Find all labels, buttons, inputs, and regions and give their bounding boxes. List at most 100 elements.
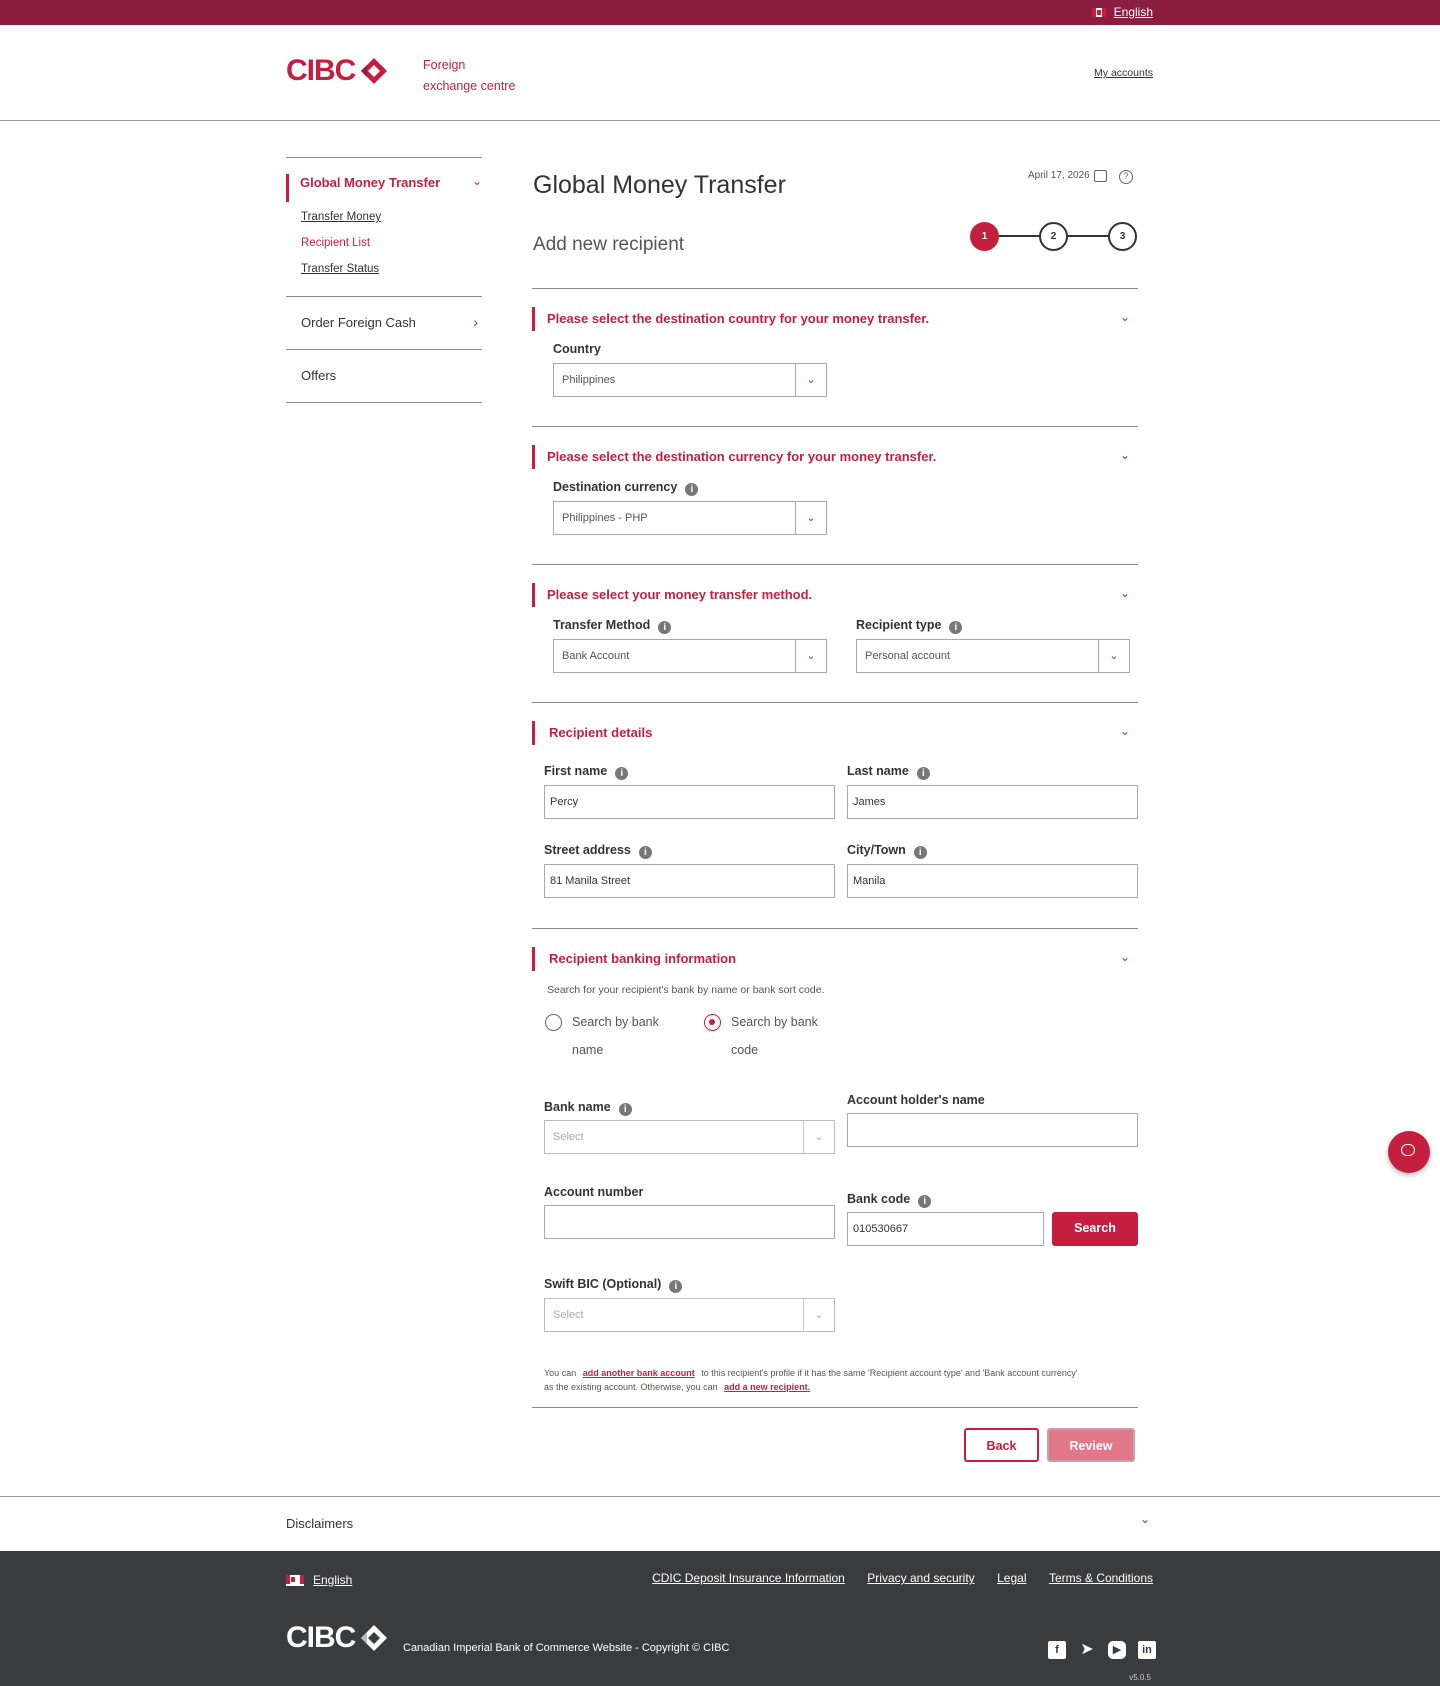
sidebar-item-transfer-status[interactable]: Transfer Status (301, 256, 482, 282)
help-icon[interactable]: ? (1119, 170, 1133, 184)
chevron-right-icon: › (473, 314, 478, 330)
sidebar-item-order-foreign-cash[interactable]: Order Foreign Cash › (286, 297, 482, 349)
country-select[interactable]: Philippines ⌄ (553, 363, 827, 397)
header-subtitle: Foreign exchange centre (423, 58, 516, 93)
account-holder-field[interactable] (847, 1113, 1138, 1147)
chevron-down-icon: ⌄ (795, 364, 826, 396)
last-name-label: Last name i (847, 764, 930, 780)
sidebar-item-recipient-list[interactable]: Recipient List (301, 230, 482, 256)
swift-bic-select[interactable]: Select ⌄ (544, 1298, 835, 1332)
chevron-down-icon[interactable]: ⌄ (1120, 586, 1130, 600)
linkedin-icon[interactable]: in (1138, 1641, 1156, 1659)
review-button[interactable]: Review (1047, 1428, 1135, 1462)
first-name-field[interactable]: Percy (544, 785, 835, 819)
chevron-down-icon[interactable]: ⌄ (1140, 1512, 1150, 1526)
cibc-logo-icon (361, 1625, 388, 1651)
privacy-link[interactable]: Privacy and security (867, 1571, 974, 1585)
step-3: 3 (1108, 222, 1137, 251)
footer-language[interactable]: English (286, 1573, 352, 1587)
back-button[interactable]: Back (964, 1428, 1039, 1462)
disclaimers-toggle[interactable]: Disclaimers (286, 1516, 353, 1531)
version-text: v5.0.5 (1129, 1673, 1151, 1682)
info-icon[interactable]: i (949, 621, 963, 634)
social-links: f ➤ ▶ in (1036, 1641, 1156, 1659)
progress-stepper: 1 2 3 (970, 220, 1138, 254)
my-accounts-link[interactable]: My accounts (1094, 67, 1153, 79)
info-icon[interactable]: i (918, 1195, 932, 1208)
add-new-recipient-link[interactable]: add a new recipient. (724, 1382, 810, 1392)
sidebar-item-transfer-money[interactable]: Transfer Money (301, 204, 482, 230)
canada-flag-icon (1091, 7, 1106, 17)
section-title: Please select your money transfer method… (532, 583, 812, 607)
info-icon[interactable]: i (913, 846, 927, 859)
terms-link[interactable]: Terms & Conditions (1049, 1571, 1153, 1585)
language-link[interactable]: English (1114, 5, 1153, 19)
info-icon[interactable]: i (615, 767, 629, 780)
recipient-type-select[interactable]: Personal account ⌄ (856, 639, 1130, 673)
account-number-field[interactable] (544, 1205, 835, 1239)
chevron-down-icon[interactable]: ⌄ (1120, 310, 1130, 324)
search-by-name-label[interactable]: Search by bank name (572, 1015, 659, 1057)
info-icon[interactable]: i (618, 1103, 632, 1116)
currency-select[interactable]: Philippines - PHP ⌄ (553, 501, 827, 535)
copyright-text: Canadian Imperial Bank of Commerce Websi… (403, 1642, 730, 1654)
page-subtitle: Add new recipient (533, 234, 685, 255)
first-name-label: First name i (544, 764, 629, 780)
youtube-icon[interactable]: ▶ (1108, 1641, 1126, 1659)
city-label: City/Town i (847, 843, 927, 859)
chevron-down-icon[interactable]: ⌄ (1120, 448, 1130, 462)
sidebar-item-offers[interactable]: Offers (286, 350, 482, 402)
chevron-down-icon: ⌄ (803, 1121, 834, 1153)
account-number-label: Account number (544, 1185, 644, 1199)
banking-hint: Search for your recipient's bank by name… (547, 984, 825, 996)
info-icon[interactable]: i (669, 1280, 683, 1293)
bank-name-select[interactable]: Select ⌄ (544, 1120, 835, 1154)
bank-code-label: Bank code i (847, 1192, 932, 1208)
legal-link[interactable]: Legal (997, 1571, 1026, 1585)
language-switch[interactable]: English (1091, 5, 1153, 19)
chevron-down-icon: ⌄ (1098, 640, 1129, 672)
add-bank-account-link[interactable]: add another bank account (583, 1368, 695, 1378)
search-by-name-radio[interactable] (545, 1014, 562, 1031)
sidebar: Global Money Transfer ⌄ Transfer Money R… (286, 157, 482, 403)
chat-button[interactable] (1388, 1131, 1430, 1173)
facebook-icon[interactable]: f (1048, 1641, 1066, 1659)
account-holder-label: Account holder's name (847, 1093, 985, 1107)
section-title: Please select the destination country fo… (532, 307, 929, 331)
search-button[interactable]: Search (1052, 1212, 1138, 1246)
cibc-logo[interactable]: CIBC (286, 54, 389, 88)
calendar-icon[interactable] (1094, 170, 1107, 182)
canada-flag-icon (286, 1574, 304, 1586)
search-by-code-radio[interactable] (704, 1014, 721, 1031)
page-title: Global Money Transfer (533, 171, 786, 199)
bank-code-field[interactable]: 010530667 (847, 1212, 1044, 1246)
sidebar-item-global-money-transfer[interactable]: Global Money Transfer ⌄ (286, 174, 482, 202)
chevron-down-icon[interactable]: ⌄ (1120, 950, 1130, 964)
street-address-field[interactable]: 81 Manila Street (544, 864, 835, 898)
date-text: April 17, 2026 (1028, 170, 1090, 181)
footer: English CDIC Deposit Insurance Informati… (0, 1551, 1440, 1686)
last-name-field[interactable]: James (847, 785, 1138, 819)
city-field[interactable]: Manila (847, 864, 1138, 898)
footer-links: CDIC Deposit Insurance Information Priva… (634, 1569, 1153, 1587)
top-bar: English (0, 0, 1440, 25)
step-2: 2 (1039, 222, 1068, 251)
chevron-down-icon: ⌄ (795, 502, 826, 534)
transfer-method-label: Transfer Method i (553, 618, 672, 634)
transfer-method-select[interactable]: Bank Account ⌄ (553, 639, 827, 673)
header: CIBC Foreign exchange centre My accounts (0, 25, 1440, 121)
chevron-down-icon: ⌄ (471, 174, 482, 188)
cdic-link[interactable]: CDIC Deposit Insurance Information (652, 1571, 845, 1585)
chevron-down-icon[interactable]: ⌄ (1120, 724, 1130, 738)
footer-cibc-logo[interactable]: CIBC (286, 1621, 389, 1655)
info-icon[interactable]: i (658, 621, 672, 634)
twitter-icon[interactable]: ➤ (1078, 1641, 1096, 1659)
step-1: 1 (970, 222, 999, 251)
street-address-label: Street address i (544, 843, 652, 859)
chevron-down-icon: ⌄ (795, 640, 826, 672)
country-label: Country (553, 342, 601, 356)
info-icon[interactable]: i (685, 483, 699, 496)
info-icon[interactable]: i (638, 846, 652, 859)
info-icon[interactable]: i (916, 767, 930, 780)
search-by-code-label[interactable]: Search by bank code (731, 1015, 818, 1057)
